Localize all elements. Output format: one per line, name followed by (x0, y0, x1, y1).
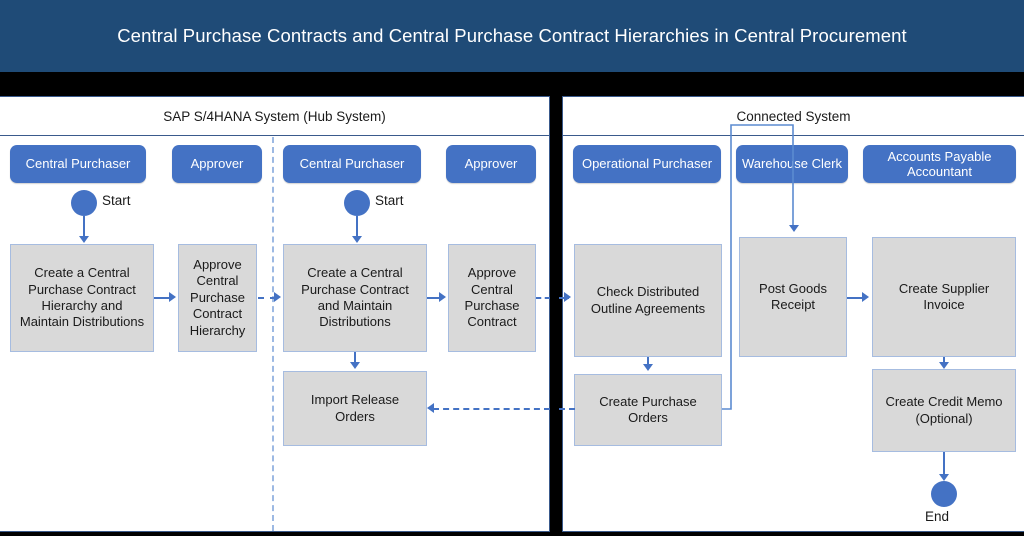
role-approver-1[interactable]: Approver (172, 145, 262, 183)
role-label: Central Purchaser (299, 156, 405, 172)
flow-approvecontract-out-stub (536, 297, 550, 299)
task-label: Approve Central Purchase Contract Hierar… (189, 257, 246, 338)
pool-hub-header: SAP S/4HANA System (Hub System) (0, 97, 549, 136)
event-start-1: Start (71, 190, 131, 216)
task-label: Create a Central Purchase Contract Hiera… (19, 265, 145, 330)
start-circle-icon (344, 190, 370, 216)
title-bar: Central Purchase Contracts and Central P… (0, 0, 1024, 72)
role-label: Approver (190, 156, 244, 172)
flow-contract-approve-arrowhead (439, 292, 446, 302)
flow-start2-arrowhead (352, 236, 362, 243)
flow-hier-approve-arrowhead (169, 292, 176, 302)
task-create-contract[interactable]: Create a Central Purchase Contract and M… (283, 244, 427, 352)
task-label: Approve Central Purchase Contract (464, 265, 520, 330)
role-approver-2[interactable]: Approver (446, 145, 536, 183)
flow-cpo-import-stub (559, 408, 575, 410)
task-label: Create a Central Purchase Contract and M… (301, 265, 409, 330)
flow-cpo-import-line-left (433, 408, 550, 410)
role-central-purchaser-1[interactable]: Central Purchaser (10, 145, 146, 183)
flow-pgr-invoice-line (847, 297, 863, 299)
end-circle-icon (931, 481, 957, 507)
flow-invoice-memo-arrowhead (939, 362, 949, 369)
flow-cpo-pgr-arrowhead (789, 225, 799, 232)
flow-contract-import-arrowhead (350, 362, 360, 369)
flow-pgr-invoice-arrowhead (862, 292, 869, 302)
lane-divider-hub (272, 137, 274, 531)
role-central-purchaser-2[interactable]: Central Purchaser (283, 145, 421, 183)
task-label: Import Release Orders (310, 392, 400, 424)
event-end-1: End (925, 481, 957, 524)
page-title: Central Purchase Contracts and Central P… (117, 25, 907, 46)
start-circle-icon (71, 190, 97, 216)
event-start-2: Start (344, 190, 404, 216)
role-label: Approver (464, 156, 518, 172)
pool-connected-system: Connected System Operational Purchaser W… (559, 96, 1024, 532)
flow-memo-end-arrowhead (939, 474, 949, 481)
task-import-release-orders[interactable]: Import Release Orders (283, 371, 427, 446)
event-label: Start (375, 193, 404, 208)
diagram-canvas: Central Purchase Contracts and Central P… (0, 0, 1024, 536)
flow-approvehier-createcontract-arrowhead (274, 292, 281, 302)
event-label: Start (102, 193, 131, 208)
flow-cpo-pgr-elbow (722, 124, 794, 410)
task-approve-contract[interactable]: Approve Central Purchase Contract (448, 244, 536, 352)
task-create-hierarchy[interactable]: Create a Central Purchase Contract Hiera… (10, 244, 154, 352)
pool-hub-label: SAP S/4HANA System (Hub System) (163, 108, 386, 124)
pool-hub-system: SAP S/4HANA System (Hub System) Central … (0, 96, 550, 532)
event-label: End (925, 509, 950, 524)
role-label: Central Purchaser (25, 156, 131, 172)
task-approve-hierarchy[interactable]: Approve Central Purchase Contract Hierar… (178, 244, 257, 352)
flow-start1-arrowhead (79, 236, 89, 243)
flow-cpo-import-arrowhead (427, 403, 434, 413)
